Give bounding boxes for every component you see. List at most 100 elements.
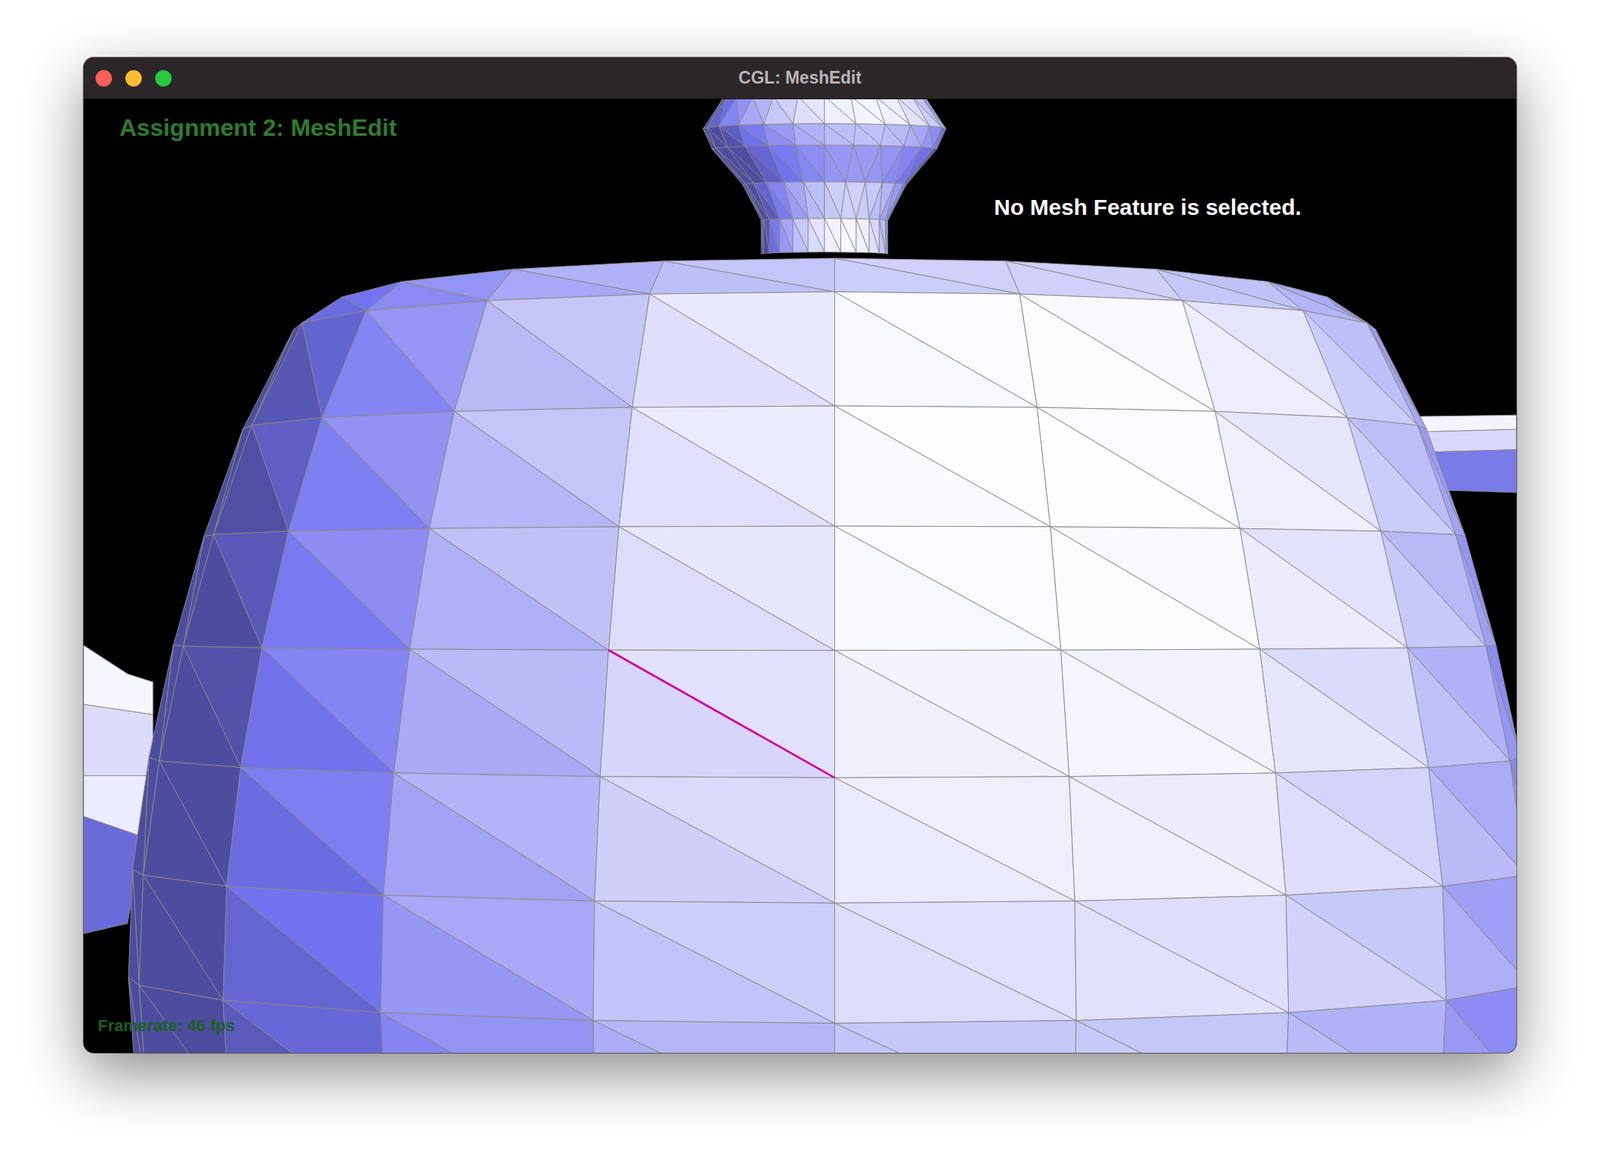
mesh-face[interactable] — [845, 145, 865, 183]
mesh-face[interactable] — [608, 526, 835, 651]
mesh-face[interactable] — [1417, 425, 1466, 537]
mesh-face[interactable] — [763, 124, 795, 146]
mesh-face[interactable] — [738, 125, 769, 147]
mesh-face[interactable] — [251, 323, 322, 426]
mesh-face[interactable] — [834, 291, 1037, 408]
mesh-face[interactable] — [1380, 531, 1486, 648]
mesh-face[interactable] — [593, 1020, 836, 1053]
mesh-face[interactable] — [139, 875, 224, 1001]
mesh-face[interactable] — [841, 218, 857, 253]
mesh-face[interactable] — [763, 220, 770, 254]
mesh-face[interactable] — [841, 218, 857, 253]
mesh-face[interactable] — [803, 182, 825, 219]
mesh-face[interactable] — [1485, 646, 1517, 762]
mesh-face[interactable] — [793, 99, 825, 124]
mesh-face[interactable] — [888, 184, 907, 221]
mesh-face[interactable] — [834, 405, 1050, 527]
mesh-face[interactable] — [1302, 310, 1418, 426]
mesh-face[interactable] — [834, 777, 1075, 903]
zoom-button[interactable] — [155, 70, 172, 87]
mesh-face[interactable] — [1037, 407, 1241, 529]
mesh-face[interactable] — [885, 220, 889, 255]
mesh-face[interactable] — [879, 219, 886, 254]
mesh-face[interactable] — [1417, 425, 1466, 537]
mesh-face[interactable] — [793, 123, 825, 146]
mesh-face[interactable] — [824, 99, 856, 124]
mesh-face[interactable] — [409, 528, 609, 650]
mesh-face[interactable] — [1510, 761, 1517, 876]
mesh-face[interactable] — [761, 220, 764, 254]
mesh-face[interactable] — [454, 300, 633, 412]
mesh-face[interactable] — [793, 123, 825, 146]
mesh-face[interactable] — [795, 144, 825, 182]
mesh-face[interactable] — [593, 901, 836, 1024]
mesh-face[interactable] — [923, 99, 947, 130]
mesh-face[interactable] — [1061, 650, 1277, 777]
mesh-face[interactable] — [763, 123, 795, 146]
mesh-face[interactable] — [879, 183, 895, 221]
mesh-face[interactable] — [779, 219, 794, 253]
mesh-face[interactable] — [1074, 901, 1289, 1021]
mesh-face[interactable] — [921, 126, 933, 148]
mesh-face[interactable] — [738, 99, 765, 126]
mesh-face[interactable] — [834, 1023, 1074, 1053]
mesh-face[interactable] — [855, 182, 870, 219]
mesh-face[interactable] — [824, 123, 854, 146]
mesh-face[interactable] — [795, 145, 825, 183]
mesh-face[interactable] — [128, 869, 139, 986]
mesh-face[interactable] — [650, 261, 836, 295]
mesh-face[interactable] — [738, 124, 769, 146]
teapot-knob[interactable] — [702, 99, 946, 255]
mesh-face[interactable] — [808, 218, 825, 253]
mesh-face[interactable] — [380, 895, 594, 1021]
mesh-face[interactable] — [288, 417, 430, 532]
mesh-face[interactable] — [380, 1012, 596, 1053]
mesh-face[interactable] — [1284, 1012, 1441, 1053]
mesh-face[interactable] — [593, 1020, 836, 1053]
mesh-face[interactable] — [594, 776, 836, 904]
mesh-face[interactable] — [183, 534, 262, 648]
mesh-face[interactable] — [879, 219, 886, 254]
mesh-face[interactable] — [885, 184, 904, 221]
mesh-face[interactable] — [1428, 767, 1517, 887]
mesh-face[interactable] — [322, 310, 455, 418]
mesh-face[interactable] — [803, 182, 825, 219]
mesh-face[interactable] — [83, 645, 153, 715]
mesh-face[interactable] — [869, 182, 883, 220]
mesh-face[interactable] — [213, 425, 289, 536]
mesh-face[interactable] — [600, 650, 835, 778]
mesh-face[interactable] — [429, 411, 619, 529]
mesh-canvas[interactable] — [83, 99, 1517, 1053]
mesh-face[interactable] — [792, 218, 809, 253]
mesh-face[interactable] — [1069, 776, 1286, 902]
mesh-face[interactable] — [632, 294, 835, 408]
viewport[interactable]: Assignment 2: MeshEditNo Mesh Feature is… — [83, 99, 1517, 1053]
mesh-face[interactable] — [1037, 407, 1241, 529]
mesh-face[interactable] — [834, 258, 1020, 295]
minimize-button[interactable] — [125, 70, 142, 87]
mesh-face[interactable] — [223, 1000, 386, 1053]
mesh-face[interactable] — [834, 291, 1037, 408]
mesh-face[interactable] — [223, 886, 381, 1013]
mesh-face[interactable] — [932, 127, 942, 150]
mesh-face[interactable] — [763, 219, 770, 253]
mesh-face[interactable] — [1240, 528, 1408, 650]
mesh-face[interactable] — [923, 99, 947, 130]
close-button[interactable] — [95, 70, 112, 87]
mesh-face[interactable] — [834, 405, 1050, 527]
mesh-face[interactable] — [1367, 323, 1427, 430]
mesh-face[interactable] — [824, 218, 842, 253]
mesh-face[interactable] — [885, 220, 889, 255]
mesh-face[interactable] — [824, 123, 856, 146]
mesh-face[interactable] — [143, 761, 227, 887]
mesh-face[interactable] — [834, 526, 1061, 651]
mesh-face[interactable] — [808, 218, 825, 253]
mesh-face[interactable] — [158, 646, 241, 768]
mesh-face[interactable] — [223, 1000, 386, 1053]
mesh-face[interactable] — [769, 219, 780, 253]
mesh-face[interactable] — [834, 902, 1077, 1024]
mesh-face[interactable] — [241, 647, 395, 774]
mesh-face[interactable] — [792, 218, 809, 253]
mesh-face[interactable] — [855, 218, 870, 253]
mesh-face[interactable] — [869, 219, 880, 254]
